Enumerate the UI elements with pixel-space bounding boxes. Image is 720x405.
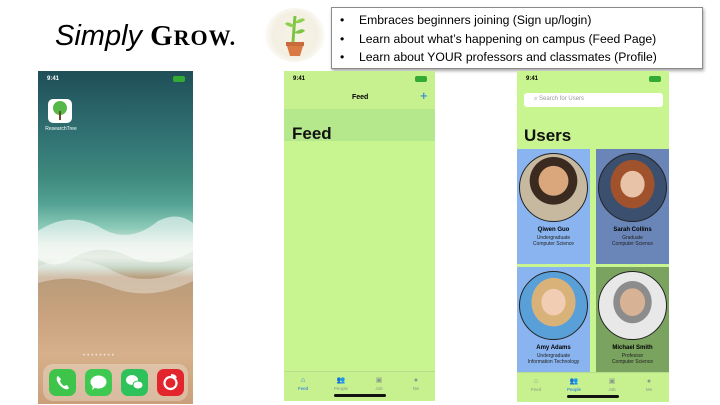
sprout-logo-icon <box>265 8 325 62</box>
battery-icon <box>415 76 427 82</box>
person-icon: ● <box>413 377 419 384</box>
tab-job[interactable]: ▣ Job <box>364 376 394 391</box>
tab-label: Feed <box>530 387 542 392</box>
tab-label: Feed <box>297 386 309 391</box>
search-placeholder: Search for Users <box>539 96 585 102</box>
slide-title: Simply GROW. <box>55 20 236 53</box>
user-name: Amy Adams <box>536 345 571 351</box>
wave-foam-image <box>38 216 193 294</box>
phone-users-screen: 9:41 ⌕ Search for Users Users Qiwen Guo … <box>517 71 669 402</box>
user-card[interactable]: Qiwen Guo Undergraduate Computer Science <box>517 149 590 264</box>
title-grow-rest: ROW. <box>173 25 237 50</box>
status-bar: 9:41 <box>38 71 193 87</box>
user-department: Computer Science <box>532 241 575 247</box>
app-label: ResearchTree <box>45 126 77 132</box>
home-icon: ⌂ <box>533 378 539 385</box>
user-name: Qiwen Guo <box>537 227 570 233</box>
phone-home-screen: 9:41 ResearchTree •••••••• <box>38 71 193 404</box>
tab-feed[interactable]: ⌂ Feed <box>288 376 318 391</box>
home-icon: ⌂ <box>300 377 306 384</box>
avatar <box>598 271 667 340</box>
feature-bullet-list: Embraces beginners joining (Sign up/logi… <box>331 7 703 69</box>
people-icon: 👥 <box>569 378 579 385</box>
tab-bar: ⌂ Feed 👥 People ▣ Job ● Me <box>284 371 435 401</box>
wechat-app-icon[interactable] <box>121 369 148 396</box>
tab-me[interactable]: ● Me <box>401 376 431 391</box>
page-dots: •••••••• <box>83 353 116 359</box>
dock <box>43 364 188 401</box>
slide: Simply GROW. Embraces beginners joining … <box>0 0 720 405</box>
users-heading: Users <box>524 126 572 145</box>
feed-heading: Feed <box>284 109 435 143</box>
user-department: Information Technology <box>527 359 580 365</box>
status-time: 9:41 <box>47 76 60 82</box>
status-time: 9:41 <box>293 76 306 82</box>
user-card[interactable]: Michael Smith Professor Computer Science <box>596 267 669 382</box>
tab-people[interactable]: 👥 People <box>326 376 356 391</box>
home-indicator <box>334 394 386 397</box>
person-icon: ● <box>646 378 652 385</box>
battery-icon <box>649 76 661 82</box>
user-card[interactable]: Sarah Collins Graduate Computer Science <box>596 149 669 264</box>
tab-label: People <box>333 386 348 391</box>
bullet-item: Learn about YOUR professors and classmat… <box>338 48 702 67</box>
home-indicator <box>567 395 619 398</box>
user-name: Sarah Collins <box>613 227 652 233</box>
tab-job[interactable]: ▣ Job <box>597 377 627 392</box>
tab-label: Me <box>412 386 420 391</box>
phone-feed-screen: 9:41 Feed + Feed ⌂ Feed 👥 People ▣ Job ● Me <box>284 71 435 401</box>
title-grow: GROW. <box>150 20 236 52</box>
status-bar: 9:41 <box>517 71 669 87</box>
user-name: Michael Smith <box>612 345 653 351</box>
avatar <box>598 153 667 222</box>
nav-title: Feed <box>352 94 369 101</box>
bullet-item: Learn about what’s happening on campus (… <box>338 30 702 49</box>
researchtree-app-icon[interactable] <box>48 99 72 123</box>
tab-bar: ⌂ Feed 👥 People ▣ Job ● Me <box>517 372 669 402</box>
status-time: 9:41 <box>526 76 539 82</box>
briefcase-icon: ▣ <box>608 378 616 385</box>
avatar <box>519 271 588 340</box>
phone-app-icon[interactable] <box>49 369 76 396</box>
messages-app-icon[interactable] <box>85 369 112 396</box>
add-post-button[interactable]: + <box>420 88 428 103</box>
people-icon: 👥 <box>336 377 346 384</box>
tab-label: Job <box>608 387 616 392</box>
bullet-item: Embraces beginners joining (Sign up/logi… <box>338 11 702 30</box>
tab-label: Me <box>645 387 653 392</box>
title-grow-initial: G <box>150 20 174 52</box>
tab-people[interactable]: 👥 People <box>559 377 589 392</box>
tab-label: People <box>566 387 581 392</box>
user-department: Computer Science <box>611 359 654 365</box>
music-app-icon[interactable] <box>157 369 184 396</box>
tab-me[interactable]: ● Me <box>634 377 664 392</box>
tab-label: Job <box>375 386 383 391</box>
status-bar: 9:41 <box>284 71 435 87</box>
title-simply: Simply <box>55 20 143 52</box>
search-input[interactable]: ⌕ Search for Users <box>524 93 663 107</box>
feed-top-bar: 9:41 Feed + <box>284 71 435 109</box>
tab-feed[interactable]: ⌂ Feed <box>521 377 551 392</box>
battery-icon <box>173 76 185 82</box>
user-card[interactable]: Amy Adams Undergraduate Information Tech… <box>517 267 590 382</box>
avatar <box>519 153 588 222</box>
briefcase-icon: ▣ <box>375 377 383 384</box>
user-department: Computer Science <box>611 241 654 247</box>
